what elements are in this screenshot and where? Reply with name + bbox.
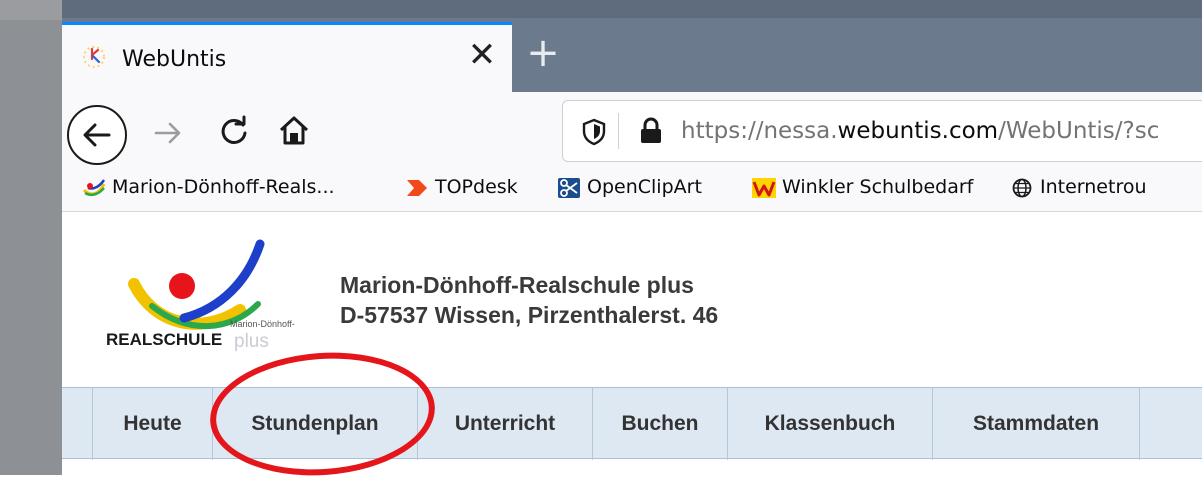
winkler-icon <box>752 177 776 198</box>
address-bar[interactable]: https://nessa.webuntis.com/WebUntis/?sc <box>562 100 1202 162</box>
menu-item-unterricht[interactable]: Unterricht <box>417 388 592 460</box>
webuntis-favicon-icon <box>83 46 105 68</box>
bookmark-label: OpenClipArt <box>587 176 702 198</box>
menu-item-stammdaten[interactable]: Stammdaten <box>932 388 1140 460</box>
logo-text-small: Marion-Dönhoff- <box>230 319 295 329</box>
bookmark-openclipart[interactable]: OpenClipArt <box>557 176 702 198</box>
arrow-left-icon <box>83 123 111 147</box>
menu-item-buchen[interactable]: Buchen <box>592 388 727 460</box>
url-text: https://nessa.webuntis.com/WebUntis/?sc <box>681 118 1159 144</box>
school-address: D-57537 Wissen, Pirzenthalerst. 46 <box>340 302 719 328</box>
globe-icon <box>1012 178 1032 197</box>
address-separator <box>618 113 619 149</box>
close-tab-icon[interactable]: ✕ <box>462 35 502 75</box>
forward-button[interactable] <box>150 115 186 151</box>
reload-button[interactable] <box>217 115 251 149</box>
school-logo-icon <box>82 178 106 196</box>
bookmark-internet[interactable]: Internetrou <box>1010 176 1147 198</box>
new-tab-button[interactable]: + <box>518 28 568 78</box>
url-prefix: https://nessa. <box>681 118 838 144</box>
tab-title: WebUntis <box>122 47 227 72</box>
browser-toolbar: https://nessa.webuntis.com/WebUntis/?sc <box>62 92 1202 167</box>
browser-tab-webuntis[interactable]: WebUntis ✕ <box>62 22 512 92</box>
shield-icon[interactable] <box>581 118 607 146</box>
logo-text-main: REALSCHULE <box>106 330 222 349</box>
desktop-background <box>0 0 62 475</box>
lock-icon[interactable] <box>638 117 664 145</box>
bookmark-label: Marion-Dönhoff-Reals... <box>112 176 335 198</box>
bookmark-label: Internetrou <box>1040 176 1147 198</box>
bookmark-label: Winkler Schulbedarf <box>782 176 974 198</box>
bookmarks-bar: Marion-Dönhoff-Reals... TOPdesk OpenClip… <box>62 167 1202 212</box>
bookmark-topdesk[interactable]: TOPdesk <box>405 176 518 198</box>
bookmark-winkler[interactable]: Winkler Schulbedarf <box>752 176 973 198</box>
menu-item-heute[interactable]: Heute <box>92 388 212 460</box>
bookmark-label: TOPdesk <box>435 176 518 198</box>
back-button[interactable] <box>67 105 127 165</box>
school-name: Marion-Dönhoff-Realschule plus <box>340 272 694 298</box>
url-suffix: /WebUntis/?sc <box>998 118 1160 144</box>
school-logo: REALSCHULE plus Marion-Dönhoff- <box>106 239 295 352</box>
school-info: Marion-Dönhoff-Realschule plus D-57537 W… <box>340 270 718 330</box>
logo-text-plus: plus <box>234 331 269 352</box>
scissors-icon <box>558 177 580 198</box>
home-button[interactable] <box>277 114 311 148</box>
browser-titlebar-top <box>62 0 1202 18</box>
bookmark-marion-doenhoff[interactable]: Marion-Dönhoff-Reals... <box>82 176 335 198</box>
url-domain: webuntis.com <box>837 118 999 144</box>
menu-item-klassenbuch[interactable]: Klassenbuch <box>727 388 932 460</box>
topdesk-icon <box>407 179 427 196</box>
desktop-background-top <box>0 0 62 20</box>
